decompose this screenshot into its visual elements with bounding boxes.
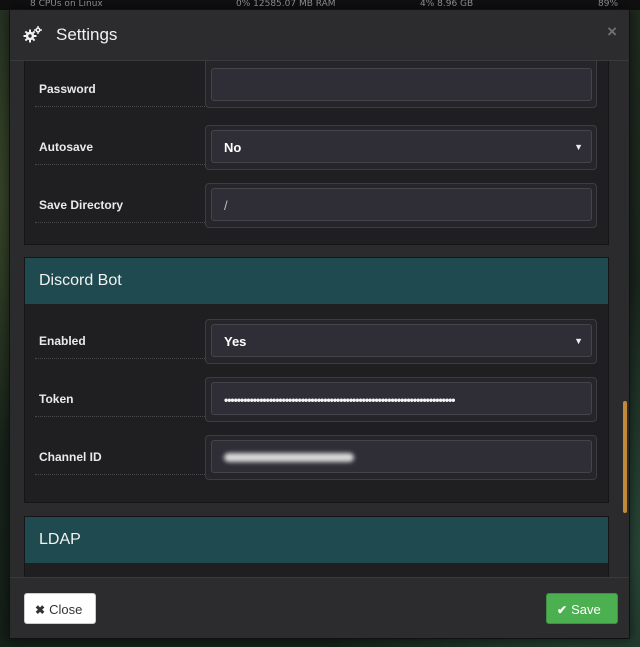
- ldap-heading: LDAP: [25, 517, 608, 563]
- memory-status: 0% 12585.07 MB RAM: [236, 0, 336, 9]
- gears-icon: [23, 26, 42, 43]
- enabled-row: Enabled Yes ▼: [25, 319, 608, 382]
- autosave-select-wrap: No ▼: [205, 125, 597, 170]
- close-button[interactable]: ✖ Close: [24, 593, 96, 624]
- modal-title: Settings: [56, 25, 118, 44]
- enabled-value: Yes: [224, 334, 247, 349]
- token-row: Token ••••••••••••••••••••••••••••••••••…: [25, 377, 608, 440]
- disk-status: 4% 8.96 GB: [420, 0, 474, 9]
- check-icon: ✔: [557, 603, 568, 617]
- modal-header: Settings ×: [10, 10, 629, 61]
- autosave-select[interactable]: No ▼: [211, 130, 592, 163]
- token-field-wrap: ••••••••••••••••••••••••••••••••••••••••…: [205, 377, 597, 422]
- save-directory-label: Save Directory: [35, 188, 207, 223]
- ldap-panel: LDAP: [24, 516, 609, 577]
- save-button-label: Save: [571, 602, 601, 617]
- cpu-status: 8 CPUs on Linux: [30, 0, 103, 9]
- save-directory-row: Save Directory /: [25, 183, 608, 246]
- times-icon: ✖: [35, 603, 46, 617]
- close-icon[interactable]: ×: [607, 22, 617, 42]
- enabled-label: Enabled: [35, 324, 207, 359]
- password-field-wrap: [205, 61, 597, 108]
- chevron-down-icon: ▼: [574, 142, 583, 152]
- settings-modal: Settings × Password Autosave No ▼ Save D…: [9, 9, 630, 639]
- token-masked-value: ••••••••••••••••••••••••••••••••••••••••…: [224, 393, 455, 407]
- discord-bot-panel: Discord Bot Enabled Yes ▼ Token ••••••••…: [24, 257, 609, 503]
- chevron-down-icon: ▼: [574, 336, 583, 346]
- autosave-row: Autosave No ▼: [25, 125, 608, 188]
- autosave-value: No: [224, 140, 242, 155]
- close-button-label: Close: [49, 602, 83, 617]
- password-input[interactable]: [211, 68, 592, 101]
- channel-id-field-wrap: [205, 435, 597, 480]
- modal-body[interactable]: Password Autosave No ▼ Save Directory /: [10, 61, 629, 577]
- discord-bot-heading: Discord Bot: [25, 258, 608, 304]
- enabled-select[interactable]: Yes ▼: [211, 324, 592, 357]
- battery-status: 89%: [598, 0, 619, 9]
- save-button[interactable]: ✔ Save: [546, 593, 618, 624]
- save-directory-field-wrap: /: [205, 183, 597, 228]
- token-label: Token: [35, 382, 207, 417]
- channel-id-label: Channel ID: [35, 440, 207, 475]
- redacted-value: [224, 453, 354, 462]
- channel-id-row: Channel ID: [25, 435, 608, 498]
- token-input[interactable]: ••••••••••••••••••••••••••••••••••••••••…: [211, 382, 592, 415]
- password-label: Password: [35, 72, 207, 107]
- autosave-label: Autosave: [35, 130, 207, 165]
- save-directory-input[interactable]: /: [211, 188, 592, 221]
- channel-id-input[interactable]: [211, 440, 592, 473]
- enabled-select-wrap: Yes ▼: [205, 319, 597, 364]
- scrollbar-thumb[interactable]: [623, 401, 627, 513]
- general-settings-panel: Password Autosave No ▼ Save Directory /: [24, 61, 609, 245]
- password-row: Password: [25, 61, 608, 130]
- modal-footer: ✖ Close ✔ Save: [10, 577, 629, 638]
